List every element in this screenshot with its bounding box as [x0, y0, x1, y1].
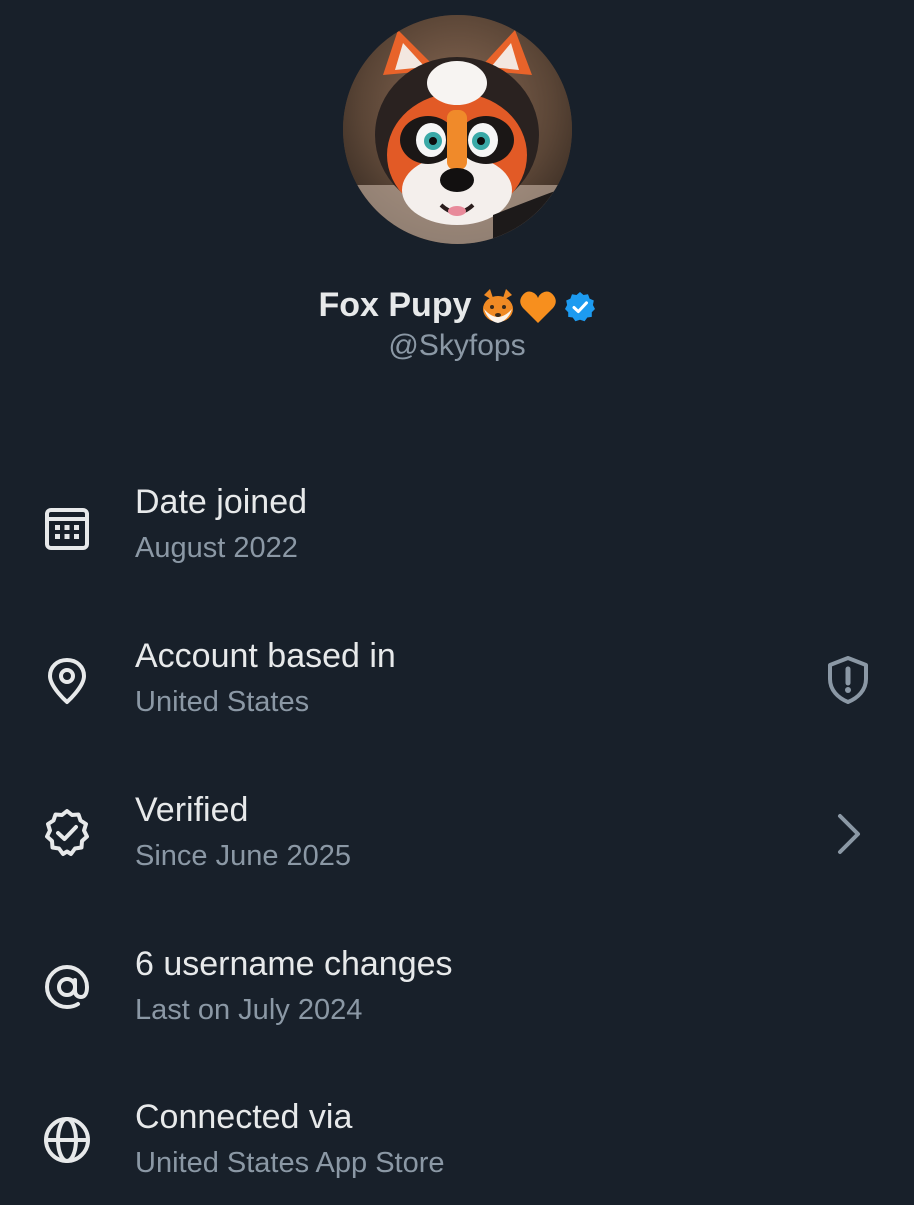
fox-face-emoji-icon	[478, 287, 518, 327]
row-subtitle: Since June 2025	[135, 840, 352, 872]
display-name: Fox Pupy	[318, 286, 472, 324]
about-row-date-joined: Date joined August 2022	[0, 480, 914, 590]
about-row-verified[interactable]: Verified Since June 2025	[0, 788, 914, 898]
about-row-account-based-in: Account based in United States	[0, 634, 914, 744]
row-subtitle: August 2022	[135, 532, 298, 564]
row-subtitle: United States App Store	[135, 1147, 445, 1179]
about-row-username-changes: 6 username changes Last on July 2024	[0, 942, 914, 1052]
at-sign-icon	[40, 960, 94, 1014]
row-title: 6 username changes	[135, 945, 453, 983]
row-title: Connected via	[135, 1098, 353, 1136]
row-title: Verified	[135, 791, 249, 829]
globe-icon	[40, 1113, 94, 1167]
verified-badge-icon[interactable]	[564, 291, 596, 323]
row-subtitle: Last on July 2024	[135, 994, 363, 1026]
verified-badge-outline-icon	[40, 806, 94, 860]
profile-avatar[interactable]	[343, 15, 572, 244]
profile-name-row: Fox Pupy	[0, 283, 914, 327]
profile-handle: @Skyfops	[388, 329, 526, 362]
orange-heart-emoji-icon	[518, 287, 558, 327]
chevron-right-icon	[822, 808, 874, 860]
calendar-icon	[40, 502, 94, 556]
location-pin-icon	[40, 654, 94, 708]
shield-alert-icon[interactable]	[822, 654, 874, 706]
row-title: Account based in	[135, 637, 396, 675]
row-title: Date joined	[135, 483, 308, 521]
fox-fursuit-avatar-image	[343, 15, 572, 244]
about-row-connected-via: Connected via United States App Store	[0, 1095, 914, 1205]
row-subtitle: United States	[135, 686, 310, 718]
